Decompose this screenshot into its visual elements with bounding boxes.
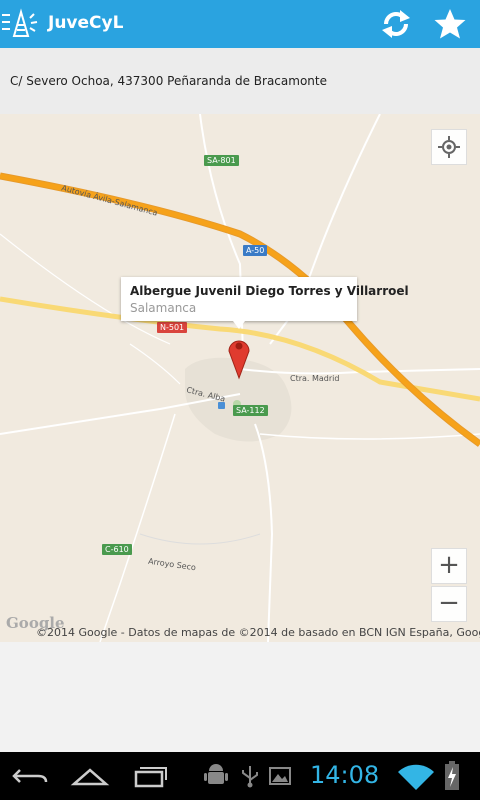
- zoom-in-button[interactable]: +: [431, 548, 467, 584]
- home-icon[interactable]: [70, 764, 110, 788]
- marker-info-window[interactable]: Albergue Juvenil Diego Torres y Villarro…: [121, 277, 409, 329]
- location-pin-dot: [235, 342, 243, 350]
- info-window-tail: [233, 321, 245, 329]
- map-view[interactable]: SA-801 Autovía Ávila-Salamanca A-50 N-50…: [0, 114, 480, 642]
- info-window-subtitle: Salamanca: [130, 301, 197, 315]
- status-clock: 14:08: [310, 761, 380, 789]
- favorite-star-icon[interactable]: [432, 6, 468, 42]
- system-navigation-bar: 14:08: [0, 752, 480, 800]
- wifi-icon: [398, 764, 434, 790]
- app-logo-icon[interactable]: [12, 8, 44, 40]
- info-window-title: Albergue Juvenil Diego Torres y Villarro…: [130, 284, 409, 298]
- road-c610: [99, 413, 176, 642]
- label-sa112: SA-112: [233, 405, 268, 416]
- label-sa801: SA-801: [204, 155, 239, 166]
- road-south: [254, 423, 274, 642]
- sync-icon[interactable]: [378, 6, 414, 42]
- label-n501: N-501: [157, 322, 188, 333]
- recent-apps-icon[interactable]: [130, 764, 170, 788]
- back-icon[interactable]: [10, 764, 50, 788]
- zoom-out-button[interactable]: −: [431, 586, 467, 622]
- address-text: C/ Severo Ochoa, 437300 Peñaranda de Bra…: [10, 74, 327, 88]
- road-minor-2: [129, 343, 181, 385]
- address-bar: C/ Severo Ochoa, 437300 Peñaranda de Bra…: [0, 48, 480, 115]
- crosshair-icon: [438, 136, 460, 158]
- android-debug-icon: [204, 764, 228, 784]
- menu-icon[interactable]: [2, 14, 10, 34]
- label-ctra-madrid: Ctra. Madrid: [290, 374, 340, 383]
- app-title: JuveCyL: [48, 13, 124, 33]
- map-copyright: ©2014 Google - Datos de mapas de ©2014 d…: [36, 626, 480, 639]
- arroyo-seco: [139, 533, 261, 545]
- my-location-button[interactable]: [431, 129, 467, 165]
- usb-icon: [242, 766, 258, 788]
- road-east-minor: [259, 433, 480, 440]
- label-c610: C-610: [102, 544, 132, 555]
- label-a50: A-50: [243, 245, 268, 256]
- app-bar: JuveCyL: [0, 0, 480, 48]
- gallery-icon: [269, 767, 291, 785]
- battery-charging-icon: [445, 761, 459, 790]
